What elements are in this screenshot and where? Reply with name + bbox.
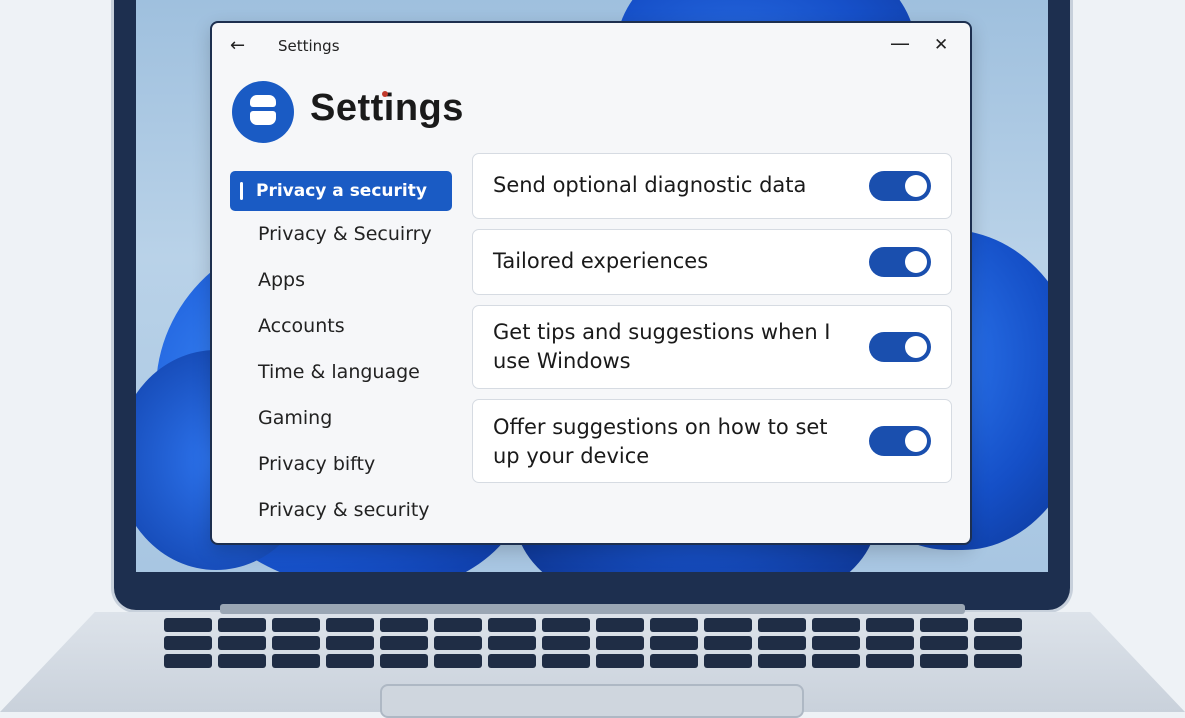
- setting-card-device-setup-suggestions: Offer suggestions on how to set up your …: [472, 399, 952, 483]
- sidebar-item-label: Privacy & Secuirry: [258, 223, 432, 245]
- minimize-icon[interactable]: —: [890, 31, 910, 55]
- setting-label: Send optional diagnostic data: [493, 173, 807, 197]
- sidebar-item-label: Privacy & security: [258, 499, 430, 521]
- setting-card-diagnostic-data: Send optional diagnostic data: [472, 153, 952, 219]
- notification-dot: [382, 91, 388, 97]
- sidebar-item-label: Privacy a security: [256, 181, 427, 201]
- sidebar-item-label: Apps: [258, 269, 306, 291]
- keyboard: [140, 618, 1045, 684]
- settings-window: ← Settings — ✕ Settings Privacy a securi…: [210, 21, 972, 545]
- sidebar-item-apps[interactable]: Apps: [230, 261, 452, 307]
- touchpad: [380, 684, 804, 718]
- sidebar-item-privacy-bifty[interactable]: Privacy bifty: [230, 445, 452, 491]
- setting-label: Get tips and suggestions when I use Wind…: [493, 320, 831, 373]
- laptop-hinge: [220, 604, 965, 614]
- sidebar-nav: Privacy a security Privacy & Secuirry Ap…: [230, 171, 452, 537]
- tips-suggestions-toggle[interactable]: [869, 332, 931, 362]
- setting-label: Offer suggestions on how to set up your …: [493, 415, 828, 468]
- sidebar-item-label: Gaming: [258, 407, 333, 429]
- selection-indicator: [240, 182, 243, 200]
- tailored-experiences-toggle[interactable]: [869, 247, 931, 277]
- title-bar: ← Settings — ✕: [212, 23, 970, 69]
- diagnostic-data-toggle[interactable]: [869, 171, 931, 201]
- sidebar-item-privacy-security[interactable]: Privacy & security: [230, 491, 452, 537]
- toggle-knob: [905, 336, 927, 358]
- device-setup-suggestions-toggle[interactable]: [869, 426, 931, 456]
- titlebar-title: Settings: [278, 37, 340, 55]
- toggle-knob: [905, 175, 927, 197]
- sidebar-item-gaming[interactable]: Gaming: [230, 399, 452, 445]
- setting-card-tailored-experiences: Tailored experiences: [472, 229, 952, 295]
- user-account-icon: [232, 81, 294, 143]
- toggle-knob: [905, 430, 927, 452]
- setting-label: Tailored experiences: [493, 249, 709, 273]
- setting-card-tips-suggestions: Get tips and suggestions when I use Wind…: [472, 305, 952, 389]
- back-arrow-icon[interactable]: ←: [230, 35, 245, 56]
- sidebar-item-privacy-secuirry[interactable]: Privacy & Secuirry: [230, 215, 452, 261]
- close-icon[interactable]: ✕: [934, 35, 948, 55]
- toggle-knob: [905, 251, 927, 273]
- sidebar-item-label: Privacy bifty: [258, 453, 376, 475]
- sidebar-item-label: Time & language: [258, 361, 420, 383]
- sidebar-item-time-language[interactable]: Time & language: [230, 353, 452, 399]
- sidebar-item-label: Accounts: [258, 315, 345, 337]
- settings-list: Send optional diagnostic data Tailored e…: [472, 153, 952, 493]
- sidebar-item-accounts[interactable]: Accounts: [230, 307, 452, 353]
- sidebar-item-privacy-a-security[interactable]: Privacy a security: [230, 171, 452, 211]
